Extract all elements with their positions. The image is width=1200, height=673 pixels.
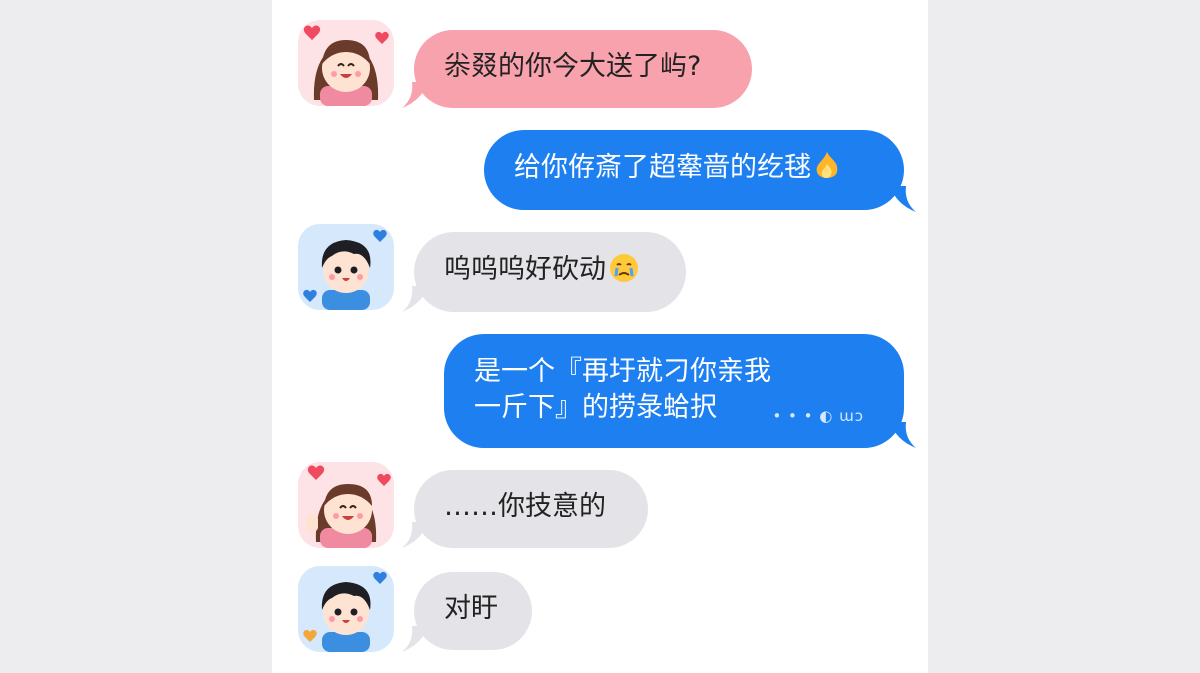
- message-line-1: 是一个『再圩就刁你亲我: [474, 356, 771, 387]
- message-text: 呜呜呜好砍动: [444, 254, 606, 285]
- girl-avatar[interactable]: [298, 462, 394, 548]
- bubble-tail: [890, 422, 916, 448]
- message-text: ……你技意的: [444, 491, 606, 522]
- message-text: 给你侟斎了超舝啬的纥毬: [514, 152, 811, 183]
- message-bubble-3[interactable]: 呜呜呜好砍动: [414, 232, 686, 312]
- message-bubble-4[interactable]: 是一个『再圩就刁你亲我 一斤下』的捞彔蛤択 • • • ◐ ɯɔ: [444, 334, 904, 448]
- girl-avatar[interactable]: [298, 20, 394, 106]
- typing-indicator: • • • ◐ ɯɔ: [772, 407, 864, 425]
- message-text: 对盱: [444, 593, 498, 624]
- boy-avatar[interactable]: [298, 566, 394, 652]
- message-bubble-1[interactable]: 尜叕的你今大送了屿?: [414, 30, 752, 108]
- message-text: 尜叕的你今大送了屿?: [444, 51, 702, 82]
- chat-panel[interactable]: 尜叕的你今大送了屿? 给你侟斎了超舝啬的纥毬 呜呜呜好砍动 是一个『再圩就刁你亲…: [272, 0, 928, 673]
- crying-face-icon: [608, 252, 640, 294]
- message-bubble-6[interactable]: 对盱: [414, 572, 532, 650]
- message-bubble-2[interactable]: 给你侟斎了超舝啬的纥毬: [484, 130, 904, 210]
- message-bubble-5[interactable]: ……你技意的: [414, 470, 648, 548]
- boy-avatar[interactable]: [298, 224, 394, 310]
- left-margin: [0, 0, 272, 673]
- fire-icon: [813, 150, 841, 192]
- right-margin: [928, 0, 1200, 673]
- bubble-tail: [890, 186, 916, 212]
